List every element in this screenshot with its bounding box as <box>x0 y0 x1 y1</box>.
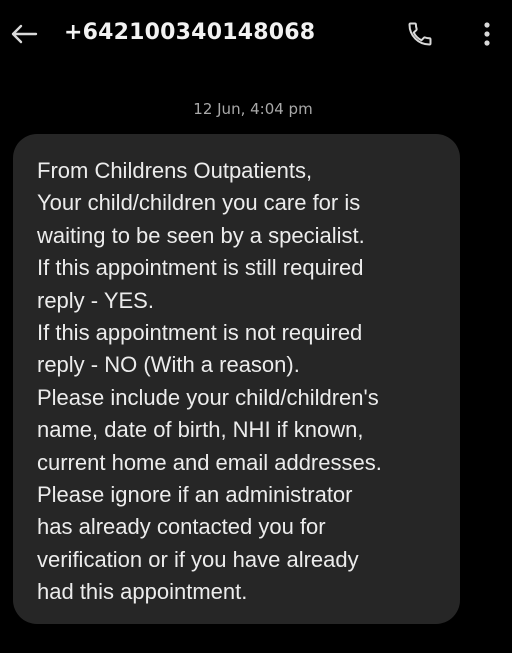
back-button[interactable] <box>6 16 42 52</box>
message-line: Please include your child/children's <box>37 384 379 410</box>
message-line: Your child/children you care for is <box>37 190 361 216</box>
message-line: If this appointment is still required <box>37 255 364 281</box>
message-line: reply - NO (With a reason). <box>37 352 300 378</box>
contact-title: +642100340148068 <box>64 20 316 45</box>
message-line: name, date of birth, NHI if known, <box>37 417 364 443</box>
message-line: current home and email addresses. <box>37 449 382 475</box>
message-line: verification or if you have already <box>37 546 359 572</box>
more-vertical-icon <box>484 22 490 46</box>
message-line: From Childrens Outpatients, <box>37 158 313 183</box>
conversation-header: +642100340148068 <box>0 0 512 66</box>
message-line: had this appointment. <box>37 579 248 605</box>
arrow-left-icon <box>11 24 38 44</box>
message-line: has already contacted you for <box>37 514 326 540</box>
call-button[interactable] <box>402 16 438 52</box>
message-bubble[interactable]: From Childrens Outpatients, Your child/c… <box>13 134 460 624</box>
message-line: waiting to be seen by a specialist. <box>37 222 365 248</box>
message-timestamp: 12 Jun, 4:04 pm <box>193 100 313 118</box>
more-options-button[interactable] <box>470 16 504 52</box>
message-line: reply - YES. <box>37 287 154 313</box>
phone-icon <box>408 22 432 46</box>
message-line: If this appointment is not required <box>37 320 363 346</box>
message-line: Please ignore if an administrator <box>37 482 353 508</box>
